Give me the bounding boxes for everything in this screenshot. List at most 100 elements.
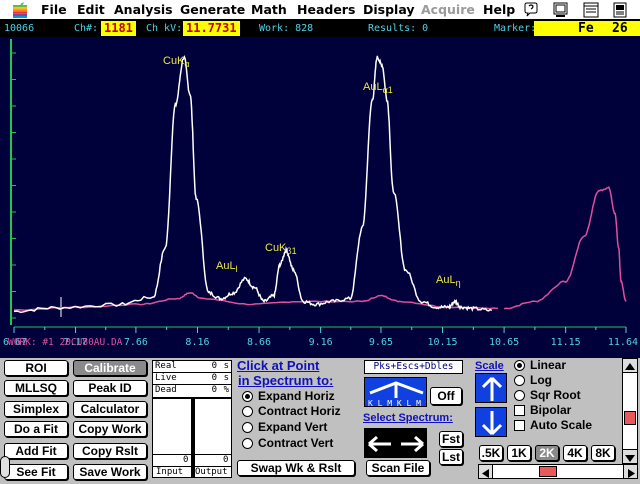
x-tick-label: 11.15 [551, 337, 581, 348]
scroll-down-arrow[interactable] [623, 449, 637, 463]
timer-name: Live [155, 373, 177, 383]
mllsq-button[interactable]: MLLSQ [4, 380, 68, 396]
timer-unit: s [223, 373, 229, 383]
swap-work-result-button[interactable]: Swap Wk & Rslt [237, 460, 355, 476]
linear-scale-label[interactable]: Linear [530, 358, 566, 372]
work-count: Work: 828 [259, 23, 314, 34]
control-panel: ROI MLLSQ Simplex Do a Fit Add Fit See F… [0, 358, 640, 480]
channel-label: Ch#: [74, 23, 99, 34]
calculator-button[interactable]: Calculator [73, 401, 147, 417]
timer-row-live: Live 0 s [153, 373, 231, 385]
marker-display: Fe 26 [534, 21, 640, 36]
kv-label: Ch kV: [146, 23, 183, 34]
menu-help[interactable]: Help [483, 2, 515, 17]
x-tick-label: 10.65 [489, 337, 519, 348]
scale-8k-button[interactable]: 8K [591, 445, 615, 461]
horizontal-scrollbar[interactable] [478, 464, 638, 479]
timer-name: Dead [155, 385, 177, 395]
scale-2k-button[interactable]: 2K [535, 445, 559, 461]
scale-half-k-button[interactable]: .5K [479, 445, 503, 461]
simplex-button[interactable]: Simplex [4, 401, 68, 417]
menu-math[interactable]: Math [251, 2, 287, 17]
save-work-button[interactable]: Save Work [73, 464, 147, 480]
peak-id-button[interactable]: Peak ID [73, 380, 147, 396]
vertical-scrollbar[interactable] [622, 358, 638, 464]
contract-horiz-label[interactable]: Contract Horiz [258, 404, 341, 418]
bipolar-label[interactable]: Bipolar [530, 403, 571, 417]
off-button[interactable]: Off [430, 387, 462, 405]
contract-horiz-radio[interactable] [242, 406, 253, 417]
timer-unit: % [223, 385, 229, 395]
timer-value: 0 [211, 385, 217, 395]
spectrum-canvas[interactable]: CuKαAuLlCuKβ1AuLα1AuLη 6.67 7.17 7.66 8.16 8… [0, 37, 640, 358]
monitor-icon[interactable] [553, 2, 569, 18]
auto-scale-checkbox[interactable] [514, 420, 525, 431]
menu-analysis[interactable]: Analysis [114, 2, 173, 17]
scroll-up-arrow[interactable] [623, 359, 637, 373]
scale-up-button[interactable] [475, 373, 507, 403]
results-count: Results: 0 [368, 23, 429, 34]
menu-generate[interactable]: Generate [180, 2, 245, 17]
scroll-right-arrow[interactable] [623, 465, 637, 478]
see-fit-button[interactable]: See Fit [4, 464, 68, 480]
copy-result-button[interactable]: Copy Rslt [73, 443, 147, 459]
log-scale-label[interactable]: Log [530, 373, 552, 387]
scale-label: Scale [475, 360, 504, 372]
balloon-help-icon[interactable] [523, 2, 539, 18]
menu-edit[interactable]: Edit [77, 2, 105, 17]
contract-vert-label[interactable]: Contract Vert [258, 436, 333, 450]
output-label: Output [195, 467, 228, 477]
timer-value: 0 [211, 361, 217, 371]
scroll-thumb[interactable] [624, 411, 636, 425]
spectrum-nav-arrows[interactable] [364, 428, 427, 458]
log-scale-radio[interactable] [514, 375, 525, 386]
menu-headers[interactable]: Headers [297, 2, 355, 17]
sqrt-scale-radio[interactable] [514, 390, 525, 401]
scroll-thumb[interactable] [539, 466, 557, 477]
x-tick-label: 11.64 [608, 337, 638, 348]
spectrum-plot[interactable]: CuKα AuLl CuKβ1 AuLα1 AuLη 6.67 7.17 7.66 8.16 8… [0, 37, 640, 358]
click-heading-line2: in Spectrum to: [238, 373, 334, 388]
roi-button[interactable]: ROI [4, 360, 68, 376]
do-a-fit-button[interactable]: Do a Fit [4, 421, 68, 437]
add-fit-button[interactable]: Add Fit [4, 443, 68, 459]
menu-display[interactable]: Display [363, 2, 415, 17]
marker-number: 26 [612, 21, 628, 36]
application-icon[interactable] [583, 2, 599, 18]
scroll-left-arrow[interactable] [479, 465, 493, 478]
scale-4k-button[interactable]: 4K [563, 445, 587, 461]
x-tick-label: 9.16 [309, 337, 333, 348]
first-spectrum-button[interactable]: Fst [439, 431, 463, 447]
arrow-right-icon [628, 469, 635, 478]
work-spectrum-trace [13, 54, 493, 314]
expand-vert-label[interactable]: Expand Vert [258, 420, 327, 434]
copy-work-button[interactable]: Copy Work [73, 421, 147, 437]
apple-icon[interactable] [13, 2, 27, 18]
sqrt-scale-label[interactable]: Sqr Root [530, 388, 581, 402]
expand-horiz-label[interactable]: Expand Horiz [258, 389, 335, 403]
x-tick-label: 8.16 [185, 337, 209, 348]
scan-file-button[interactable]: Scan File [366, 460, 430, 476]
x-tick-label: 9.65 [369, 337, 393, 348]
expand-vert-radio[interactable] [242, 422, 253, 433]
timer-value: 0 [211, 373, 217, 383]
expand-horiz-radio[interactable] [242, 391, 253, 402]
calibrate-button[interactable]: Calibrate [73, 360, 147, 376]
peak-marker-mode-field[interactable]: Pks+Escs+Dbles [364, 360, 463, 374]
last-spectrum-button[interactable]: Lst [439, 449, 463, 465]
menu-file[interactable]: File [41, 2, 67, 17]
klm-up-arrow-button[interactable]: K L M K L M [364, 377, 427, 408]
channel-value: 1181 [101, 21, 136, 36]
auto-scale-label[interactable]: Auto Scale [530, 418, 592, 432]
status-bar: 10066 Ch#: 1181 Ch kV: 11.7731 Work: 828… [0, 20, 640, 37]
contract-vert-radio[interactable] [242, 438, 253, 449]
linear-scale-radio[interactable] [514, 360, 525, 371]
timer-name: Real [155, 361, 177, 371]
window-drag-handle[interactable] [0, 456, 10, 478]
scale-1k-button[interactable]: 1K [507, 445, 531, 461]
select-spectrum-label: Select Spectrum: [363, 412, 453, 424]
bipolar-checkbox[interactable] [514, 405, 525, 416]
peak-label: CuKβ1 [265, 242, 297, 256]
scale-down-button[interactable] [475, 407, 507, 437]
application-icon[interactable] [612, 2, 628, 18]
